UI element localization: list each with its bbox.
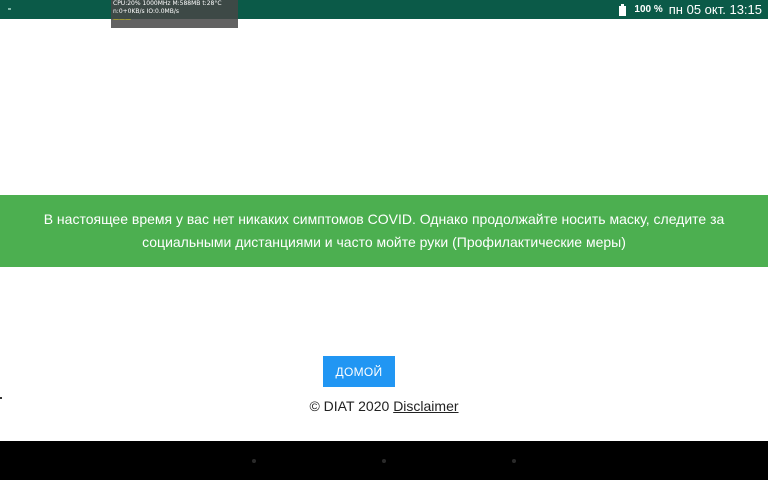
battery-percent: 100 % — [634, 4, 663, 15]
footer: © DIAT 2020 Disclaimer — [0, 398, 768, 414]
cpu-overlay-line-1: CPU:20% 1000MHz M:588MB t:28°C — [113, 0, 222, 7]
footer-copyright: © DIAT 2020 — [309, 398, 390, 414]
nav-home-button[interactable] — [382, 459, 386, 463]
cpu-monitor-overlay: CPU:20% 1000MHz M:588MB t:28°C n:0+0KB/s… — [111, 0, 238, 28]
status-right-group: 100 % пн 05 окт. 13:15 — [619, 0, 762, 19]
status-notification-dot — [8, 8, 11, 10]
battery-icon — [619, 3, 627, 16]
status-datetime: пн 05 окт. 13:15 — [668, 2, 762, 17]
result-banner: В настоящее время у вас нет никаких симп… — [0, 195, 768, 267]
cpu-overlay-line-2: n:0+0KB/s IO:0.0MB/s — [113, 8, 179, 15]
disclaimer-link[interactable]: Disclaimer — [393, 398, 458, 414]
nav-back-button[interactable] — [252, 459, 256, 463]
navigation-bar — [0, 441, 768, 480]
result-message: В настоящее время у вас нет никаких симп… — [43, 211, 725, 250]
cpu-overlay-line-3: ——— — [113, 16, 131, 23]
app-screen: 100 % пн 05 окт. 13:15 CPU:20% 1000MHz M… — [0, 0, 768, 480]
nav-recents-button[interactable] — [512, 459, 516, 463]
home-button[interactable]: ДОМОЙ — [323, 356, 395, 387]
